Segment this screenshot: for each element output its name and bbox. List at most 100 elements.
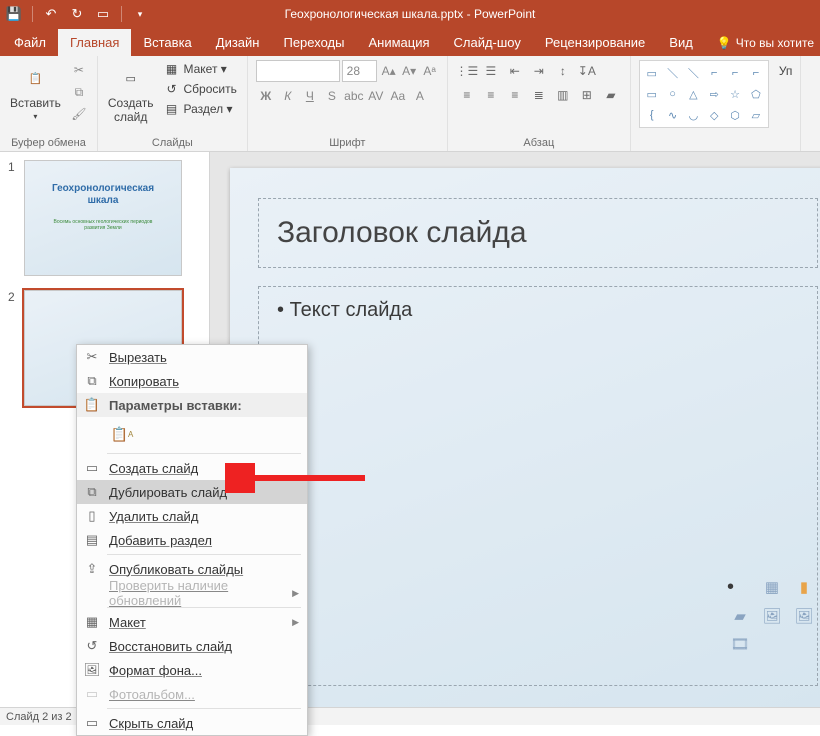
ctx-new-slide[interactable]: ▭Создать слайд xyxy=(77,456,307,480)
shape-connector2-icon[interactable]: ⌐ xyxy=(725,63,745,83)
paste-keep-formatting-icon[interactable]: 📋A xyxy=(109,421,135,447)
insert-chart-icon[interactable]: ▮ xyxy=(791,576,817,598)
layout-button[interactable]: ▦Макет ▾ xyxy=(161,60,238,78)
insert-smartart-icon[interactable]: ▰ xyxy=(727,605,753,627)
tell-me-search[interactable]: 💡 Что вы хотите xyxy=(711,36,820,56)
font-name-combo[interactable] xyxy=(256,60,340,82)
underline-icon[interactable]: Ч xyxy=(300,86,320,106)
copy-icon[interactable]: ⧉ xyxy=(69,82,89,102)
delete-icon: ▯ xyxy=(83,507,101,525)
tab-review[interactable]: Рецензирование xyxy=(533,29,657,56)
shape-rect-icon[interactable]: ▭ xyxy=(642,84,662,104)
insert-online-picture-icon[interactable]: 🖼 xyxy=(791,605,817,627)
title-placeholder[interactable]: Заголовок слайда xyxy=(258,198,818,268)
shape-textbox-icon[interactable]: ▭ xyxy=(642,63,662,83)
numbering-icon[interactable]: ☰ xyxy=(480,60,502,82)
undo-icon[interactable]: ↶ xyxy=(41,4,61,24)
body-placeholder[interactable]: Текст слайда ▦ ▮ ▰ 🖼 🖼 🎞 xyxy=(258,286,818,686)
grow-font-icon[interactable]: A▴ xyxy=(379,61,397,81)
char-spacing-icon[interactable]: AV xyxy=(366,86,386,106)
bullets-icon[interactable]: ⋮☰ xyxy=(456,60,478,82)
tab-transitions[interactable]: Переходы xyxy=(271,29,356,56)
tab-design[interactable]: Дизайн xyxy=(204,29,272,56)
shape-brace-icon[interactable]: { xyxy=(642,105,662,125)
shape-curve-icon[interactable]: ∿ xyxy=(663,105,683,125)
start-from-beginning-icon[interactable]: ▭ xyxy=(93,4,113,24)
clear-formatting-icon[interactable]: Aᵃ xyxy=(420,61,438,81)
group-slides: ▭ Создать слайд ▦Макет ▾ ↺Сбросить ▤Разд… xyxy=(98,56,248,151)
font-size-combo[interactable]: 28 xyxy=(342,60,378,82)
ctx-duplicate-slide[interactable]: ⧉Дублировать слайд xyxy=(77,480,307,504)
clipboard-icon: 📋 xyxy=(19,62,51,94)
save-icon[interactable]: 💾 xyxy=(4,4,24,24)
shadow-icon[interactable]: abc xyxy=(344,86,364,106)
thumb-1[interactable]: Геохронологическая шкала Восемь основных… xyxy=(24,160,182,276)
section-button[interactable]: ▤Раздел ▾ xyxy=(161,100,238,118)
columns-icon[interactable]: ▥ xyxy=(552,84,574,106)
line-spacing-icon[interactable]: ↕ xyxy=(552,60,574,82)
tab-animations[interactable]: Анимация xyxy=(356,29,441,56)
tab-file[interactable]: Файл xyxy=(2,29,58,56)
smartart-icon[interactable]: ▰ xyxy=(600,84,622,106)
thumb-1-row[interactable]: 1 Геохронологическая шкала Восемь основн… xyxy=(0,152,209,282)
ctx-paste-options-row: 📋A xyxy=(77,417,307,451)
change-case-icon[interactable]: Aa xyxy=(388,86,408,106)
shape-arc-icon[interactable]: ◡ xyxy=(683,105,703,125)
shapes-gallery[interactable]: ▭ ＼ ＼ ⌐ ⌐ ⌐ ▭ ○ △ ⇨ ☆ ⬠ { ∿ ◡ ◇ ⬡ ▱ xyxy=(639,60,769,128)
slide[interactable]: Заголовок слайда Текст слайда ▦ ▮ ▰ 🖼 🖼 … xyxy=(230,168,820,707)
justify-icon[interactable]: ≣ xyxy=(528,84,550,106)
shape-oval-icon[interactable]: ○ xyxy=(663,84,683,104)
tab-slideshow[interactable]: Слайд-шоу xyxy=(442,29,533,56)
align-text-icon[interactable]: ⊞ xyxy=(576,84,598,106)
shape-line2-icon[interactable]: ＼ xyxy=(683,63,703,83)
reset-button[interactable]: ↺Сбросить xyxy=(161,80,238,98)
ctx-restore-slide[interactable]: ↺Восстановить слайд xyxy=(77,634,307,658)
align-left-icon[interactable]: ≡ xyxy=(456,84,478,106)
align-right-icon[interactable]: ≡ xyxy=(504,84,526,106)
tab-insert[interactable]: Вставка xyxy=(131,29,203,56)
ctx-delete-slide[interactable]: ▯Удалить слайд xyxy=(77,504,307,528)
tab-home[interactable]: Главная xyxy=(58,29,131,56)
insert-table-icon[interactable]: ▦ xyxy=(759,576,785,598)
ctx-cut[interactable]: ✂Вырезать xyxy=(77,345,307,369)
customize-qat-icon[interactable]: ▾ xyxy=(130,4,150,24)
shape-star-icon[interactable]: ☆ xyxy=(725,84,745,104)
new-slide-button[interactable]: ▭ Создать слайд xyxy=(106,60,156,126)
duplicate-icon: ⧉ xyxy=(83,483,101,501)
font-color-icon[interactable]: A xyxy=(410,86,430,106)
paste-button[interactable]: 📋 Вставить ▾ xyxy=(8,60,63,123)
ctx-copy[interactable]: ⧉Копировать xyxy=(77,369,307,393)
strikethrough-icon[interactable]: S xyxy=(322,86,342,106)
lightbulb-icon: 💡 xyxy=(717,36,732,50)
align-center-icon[interactable]: ≡ xyxy=(480,84,502,106)
insert-video-icon[interactable]: 🎞 xyxy=(727,633,753,655)
italic-icon[interactable]: К xyxy=(278,86,298,106)
bold-icon[interactable]: Ж xyxy=(256,86,276,106)
title-text: Заголовок слайда xyxy=(277,216,527,250)
ctx-layout[interactable]: ▦Макет▶ xyxy=(77,610,307,634)
redo-icon[interactable]: ↻ xyxy=(67,4,87,24)
shape-line-icon[interactable]: ＼ xyxy=(663,63,683,83)
insert-picture-icon[interactable]: 🖼 xyxy=(759,605,785,627)
shape-etc3-icon[interactable]: ▱ xyxy=(746,105,766,125)
shape-connector3-icon[interactable]: ⌐ xyxy=(746,63,766,83)
shape-callout-icon[interactable]: ⬠ xyxy=(746,84,766,104)
shape-connector-icon[interactable]: ⌐ xyxy=(704,63,724,83)
ctx-hide-slide[interactable]: ▭Скрыть слайд xyxy=(77,711,307,735)
layout-icon: ▦ xyxy=(83,613,101,631)
decrease-indent-icon[interactable]: ⇤ xyxy=(504,60,526,82)
drawing-more[interactable]: Уп xyxy=(775,60,793,78)
ctx-format-background[interactable]: 🖼Формат фона... xyxy=(77,658,307,682)
cut-icon[interactable]: ✂ xyxy=(69,60,89,80)
tab-view[interactable]: Вид xyxy=(657,29,705,56)
shape-arrow-icon[interactable]: ⇨ xyxy=(704,84,724,104)
shrink-font-icon[interactable]: A▾ xyxy=(400,61,418,81)
shape-triangle-icon[interactable]: △ xyxy=(683,84,703,104)
shape-etc1-icon[interactable]: ◇ xyxy=(704,105,724,125)
ctx-add-section[interactable]: ▤Добавить раздел xyxy=(77,528,307,552)
format-painter-icon[interactable]: 🖌 xyxy=(69,104,89,124)
shape-etc2-icon[interactable]: ⬡ xyxy=(725,105,745,125)
increase-indent-icon[interactable]: ⇥ xyxy=(528,60,550,82)
reset-icon: ↺ xyxy=(163,81,179,97)
text-direction-icon[interactable]: ↧A xyxy=(576,60,598,82)
